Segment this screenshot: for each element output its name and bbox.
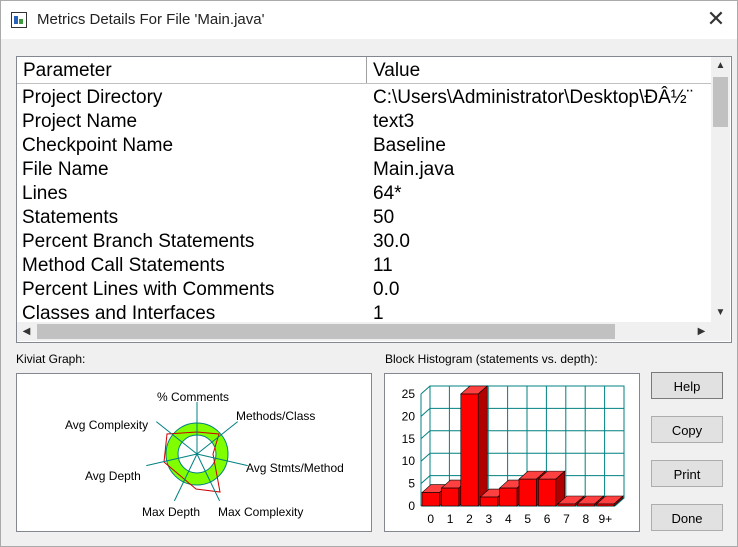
table-row[interactable]: Percent Lines with Comments 0.0 <box>17 277 711 301</box>
parameter-cell: Lines <box>22 183 68 204</box>
metrics-app-icon <box>11 12 27 28</box>
value-cell: C:\Users\Administrator\Desktop\ĐÂ½¨ <box>373 87 693 108</box>
value-cell: 50 <box>373 207 395 228</box>
kiviat-axis-methods-class: Methods/Class <box>236 409 315 423</box>
scrollbar-corner <box>711 322 730 341</box>
parameter-cell: Project Name <box>22 111 138 132</box>
kiviat-axis-max-complexity: Max Complexity <box>218 505 303 519</box>
scroll-left-icon[interactable]: ◀ <box>17 323 36 340</box>
table-body: Project Directory C:\Users\Administrator\… <box>17 85 711 325</box>
value-cell: 11 <box>373 255 393 276</box>
kiviat-axis-avg-stmts-method: Avg Stmts/Method <box>246 461 344 475</box>
table-row[interactable]: Lines 64* <box>17 181 711 205</box>
parameter-cell: Percent Branch Statements <box>22 231 255 252</box>
histogram-grid-diagonal <box>420 452 431 462</box>
kiviat-graph: % Comments Methods/Class Avg Stmts/Metho… <box>65 390 344 519</box>
value-cell: text3 <box>373 111 415 132</box>
kiviat-axis-max-depth: Max Depth <box>142 505 200 519</box>
block-histogram: 05101520250 1 2 3 4 5 6 7 8 9+ <box>402 385 625 526</box>
parameter-cell: Project Directory <box>22 87 163 108</box>
histogram-bar <box>557 503 576 507</box>
table-row[interactable]: Checkpoint Name Baseline <box>17 133 711 157</box>
histogram-bar-side <box>477 385 488 507</box>
done-button[interactable]: Done <box>651 504 723 531</box>
x-tick-label: 4 <box>505 512 512 526</box>
histogram-grid-diagonal <box>420 385 431 395</box>
title-bar: Metrics Details For File 'Main.java' ✕ <box>1 1 737 39</box>
scroll-right-icon[interactable]: ▶ <box>692 323 711 340</box>
parameter-cell: Percent Lines with Comments <box>22 279 275 300</box>
value-cell: 0.0 <box>373 279 400 300</box>
table-row[interactable]: File Name Main.java <box>17 157 711 181</box>
value-cell: Baseline <box>373 135 446 156</box>
histogram-bar <box>596 503 615 507</box>
table-row[interactable]: Method Call Statements 11 <box>17 253 711 277</box>
column-header-parameter[interactable]: Parameter <box>17 57 366 83</box>
histogram-label: Block Histogram (statements vs. depth): <box>385 352 598 366</box>
x-tick-label: 5 <box>524 512 531 526</box>
histogram-bar <box>518 478 537 507</box>
histogram-grid-diagonal <box>420 408 431 417</box>
value-cell: Main.java <box>373 159 455 180</box>
x-tick-label: 7 <box>563 512 570 526</box>
x-tick-label: 9+ <box>598 512 612 526</box>
kiviat-axis-avg-complexity: Avg Complexity <box>65 418 148 432</box>
histogram-bar <box>460 393 479 507</box>
histogram-grid-diagonal <box>420 430 431 440</box>
close-icon[interactable]: ✕ <box>699 5 733 35</box>
x-tick-label: 3 <box>486 512 493 526</box>
table-header: Parameter Value <box>17 57 711 84</box>
scroll-up-icon[interactable]: ▲ <box>711 57 730 74</box>
y-tick-label: 5 <box>408 477 415 491</box>
parameter-cell: Method Call Statements <box>22 255 225 276</box>
x-tick-label: 6 <box>544 512 551 526</box>
parameter-cell: File Name <box>22 159 109 180</box>
histogram-bar <box>576 503 595 507</box>
scroll-down-icon[interactable]: ▼ <box>711 304 730 321</box>
print-button[interactable]: Print <box>651 460 723 487</box>
value-cell: 30.0 <box>373 231 410 252</box>
y-tick-label: 20 <box>402 409 416 423</box>
histogram-bar <box>499 487 518 507</box>
histogram-panel: 0 5 10 15 20 25 0 1 2 3 4 5 6 7 8 9+ <box>384 373 640 532</box>
table-row[interactable]: Percent Branch Statements 30.0 <box>17 229 711 253</box>
y-tick-label: 0 <box>408 499 415 513</box>
horizontal-scroll-thumb[interactable] <box>37 324 615 339</box>
metrics-dialog: Metrics Details For File 'Main.java' ✕ P… <box>0 0 738 547</box>
kiviat-axis-comments: % Comments <box>157 390 229 404</box>
table-row[interactable]: Project Name text3 <box>17 109 711 133</box>
x-tick-label: 2 <box>466 512 473 526</box>
table-row[interactable]: Statements 50 <box>17 205 711 229</box>
vertical-scroll-thumb[interactable] <box>713 77 728 127</box>
kiviat-panel: % Comments Methods/Class Avg Stmts/Metho… <box>16 373 372 532</box>
y-tick-label: 15 <box>402 432 416 446</box>
y-tick-label: 25 <box>402 387 416 401</box>
help-button[interactable]: Help <box>651 372 723 399</box>
column-header-value[interactable]: Value <box>367 57 711 83</box>
histogram-bar <box>421 492 440 507</box>
table-row[interactable]: Project Directory C:\Users\Administrator\… <box>17 85 711 109</box>
horizontal-scrollbar[interactable]: ◀ ▶ <box>17 322 711 341</box>
histogram-bar <box>441 487 460 507</box>
histogram-bar <box>479 496 498 507</box>
parameter-cell: Statements <box>22 207 119 228</box>
kiviat-axis-avg-depth: Avg Depth <box>85 469 141 483</box>
y-tick-label: 10 <box>402 454 416 468</box>
metrics-table[interactable]: Parameter Value Project Directory C:\User… <box>16 56 732 343</box>
x-tick-label: 1 <box>447 512 454 526</box>
x-tick-label: 8 <box>583 512 590 526</box>
x-tick-label: 0 <box>427 512 434 526</box>
copy-button[interactable]: Copy <box>651 416 723 443</box>
kiviat-label: Kiviat Graph: <box>16 352 86 366</box>
parameter-cell: Checkpoint Name <box>22 135 174 156</box>
histogram-bar <box>538 478 557 507</box>
histogram-grid-diagonal <box>420 475 431 484</box>
window-title: Metrics Details For File 'Main.java' <box>37 11 265 28</box>
value-cell: 64* <box>373 183 402 204</box>
vertical-scrollbar[interactable]: ▲ ▼ <box>711 57 730 322</box>
